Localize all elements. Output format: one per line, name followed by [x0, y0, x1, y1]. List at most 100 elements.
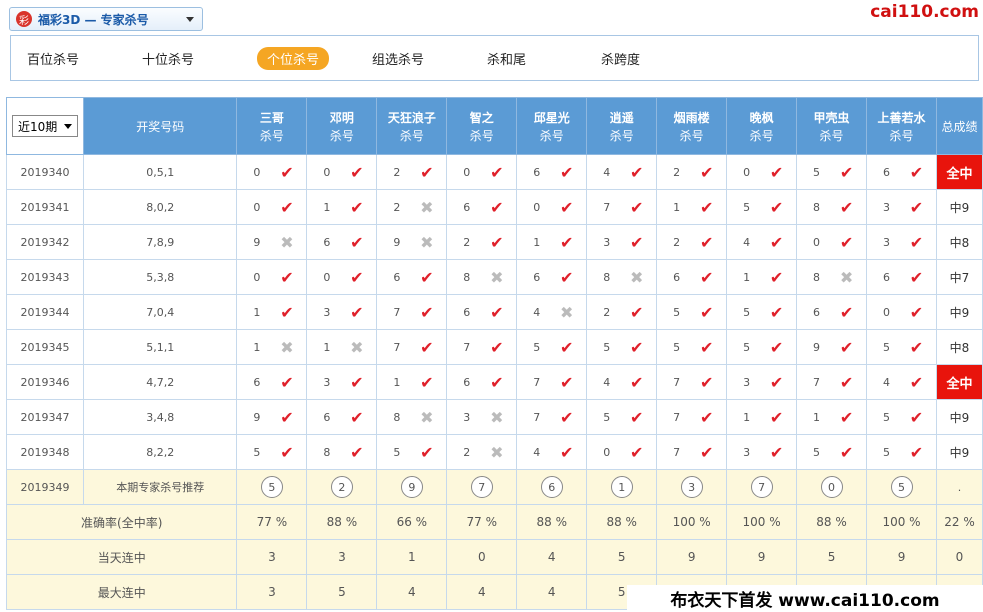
check-icon: ✔: [699, 407, 714, 427]
check-icon: ✔: [839, 442, 854, 462]
expert-name[interactable]: 智之: [447, 109, 516, 126]
expert-kill-table: 近10期 开奖号码 三哥 杀号 邓明 杀号 天狂浪子 杀号 智之 杀号 邱星光 杀号 逍遥 杀号 烟雨楼…: [5, 97, 983, 610]
pick: 3 ✔: [307, 303, 376, 322]
stat-value: 88 %: [306, 504, 378, 540]
pick: 6 ✔: [447, 303, 516, 322]
table-row: 2019344 7,0,4 1 ✔ 3 ✔ 7 ✔ 6 ✔ 4 ✖ 2 ✔ 5 ✔ 5 ✔ 6 ✔ 0 ✔ 中9: [6, 294, 983, 330]
pick: 6 ✔: [307, 233, 376, 252]
pick-number: 1: [253, 305, 261, 319]
check-icon: ✔: [350, 302, 364, 322]
pick: 6 ✔: [447, 373, 516, 392]
pick-cell: 5 ✔: [586, 329, 658, 365]
recommend-number: 7: [750, 476, 773, 498]
tab-tens[interactable]: 十位杀号: [142, 49, 194, 68]
pick-number: 0: [323, 165, 331, 179]
pick-number: 6: [883, 270, 890, 284]
check-icon: ✔: [629, 337, 644, 357]
pick-cell: 8 ✖: [446, 259, 518, 295]
check-icon: ✔: [839, 337, 854, 357]
pick-number: 2: [393, 165, 401, 179]
check-icon: ✔: [560, 407, 574, 427]
tab-units[interactable]: 个位杀号: [257, 47, 330, 70]
pick-number: 0: [533, 200, 541, 214]
pick-cell: 7 ✔: [656, 434, 728, 470]
pick: 2 ✔: [657, 233, 726, 252]
check-icon: ✔: [839, 407, 854, 427]
pick: 1 ✔: [307, 198, 376, 217]
check-icon: ✔: [350, 197, 364, 217]
check-icon: ✔: [909, 337, 924, 357]
check-icon: ✔: [560, 337, 574, 357]
pick-number: 3: [463, 410, 471, 424]
tab-span[interactable]: 杀跨度: [601, 49, 640, 68]
pick-number: 1: [673, 200, 681, 214]
expert-name[interactable]: 邱星光: [517, 109, 586, 126]
pick: 7 ✔: [657, 408, 726, 427]
pick-cell: 6 ✔: [656, 259, 728, 295]
pick-number: 5: [743, 200, 751, 214]
tab-hundreds[interactable]: 百位杀号: [27, 49, 79, 68]
stat-value: 1: [376, 539, 448, 575]
check-icon: ✔: [420, 302, 434, 322]
pick-number: 6: [463, 200, 471, 214]
pick: 3 ✔: [307, 373, 376, 392]
pick-number: 5: [603, 410, 611, 424]
table-row: 2019348 8,2,2 5 ✔ 8 ✔ 5 ✔ 2 ✖ 4 ✔ 0 ✔ 7 ✔ 3 ✔ 5 ✔ 5 ✔ 中9: [6, 434, 983, 470]
pick: 0 ✔: [237, 268, 306, 287]
period-select[interactable]: 近10期: [11, 115, 78, 137]
lottery-type-title: 福彩3D — 专家杀号: [38, 12, 149, 27]
expert-name[interactable]: 逍遥: [587, 109, 656, 126]
cross-icon: ✖: [420, 197, 434, 217]
stat-value: 4: [446, 574, 518, 610]
pick: 9 ✖: [377, 233, 446, 252]
pick: 5 ✔: [377, 443, 446, 462]
tab-group[interactable]: 组选杀号: [372, 49, 424, 68]
expert-name[interactable]: 甲壳虫: [797, 109, 866, 126]
pick-number: 3: [743, 375, 751, 389]
pick: 5 ✔: [727, 338, 796, 357]
check-icon: ✔: [909, 442, 924, 462]
expert-name[interactable]: 上善若水: [867, 109, 936, 126]
expert-name[interactable]: 三哥: [237, 109, 306, 126]
expert-name[interactable]: 邓明: [307, 109, 376, 126]
expert-header: 天狂浪子 杀号: [376, 97, 448, 155]
check-icon: ✔: [699, 267, 714, 287]
pick: 8 ✖: [587, 268, 656, 287]
pick: 0 ✔: [867, 303, 936, 322]
recommend-cell: 3: [656, 469, 728, 505]
period-number: 2019349: [6, 469, 84, 505]
expert-name[interactable]: 烟雨楼: [657, 109, 726, 126]
lottery-type-select[interactable]: 彩 福彩3D — 专家杀号: [9, 7, 203, 31]
expert-name[interactable]: 晚枫: [727, 109, 796, 126]
check-icon: ✔: [280, 197, 294, 217]
pick: 5 ✔: [867, 408, 936, 427]
pick-cell: 8 ✖: [586, 259, 658, 295]
pick-number: 2: [393, 200, 401, 214]
period-number: 2019345: [6, 329, 84, 365]
pick: 8 ✔: [307, 443, 376, 462]
check-icon: ✔: [699, 442, 714, 462]
pick-cell: 6 ✔: [446, 294, 518, 330]
check-icon: ✔: [769, 407, 784, 427]
pick-number: 5: [813, 165, 821, 179]
check-icon: ✔: [909, 162, 924, 182]
pick-cell: 0 ✔: [236, 259, 308, 295]
period-number: 2019348: [6, 434, 84, 470]
check-icon: ✔: [629, 302, 644, 322]
expert-name[interactable]: 天狂浪子: [377, 109, 446, 126]
check-icon: ✔: [280, 302, 294, 322]
pick-cell: 1 ✔: [726, 259, 798, 295]
pick-cell: 4 ✔: [586, 154, 658, 190]
check-icon: ✔: [769, 232, 784, 252]
pick-number: 6: [883, 165, 890, 179]
stat-value: 3: [306, 539, 378, 575]
pick-cell: 7 ✔: [586, 189, 658, 225]
tab-sum-tail[interactable]: 杀和尾: [487, 49, 526, 68]
draw-number-header: 开奖号码: [82, 97, 238, 155]
check-icon: ✔: [560, 197, 574, 217]
pick-cell: 7 ✔: [376, 329, 448, 365]
pick-cell: 1 ✔: [656, 189, 728, 225]
table-row: 2019343 5,3,8 0 ✔ 0 ✔ 6 ✔ 8 ✖ 6 ✔ 8 ✖ 6 ✔ 1 ✔ 8 ✖ 6 ✔ 中7: [6, 259, 983, 295]
pick-number: 2: [603, 305, 611, 319]
pick-number: 8: [323, 445, 331, 459]
